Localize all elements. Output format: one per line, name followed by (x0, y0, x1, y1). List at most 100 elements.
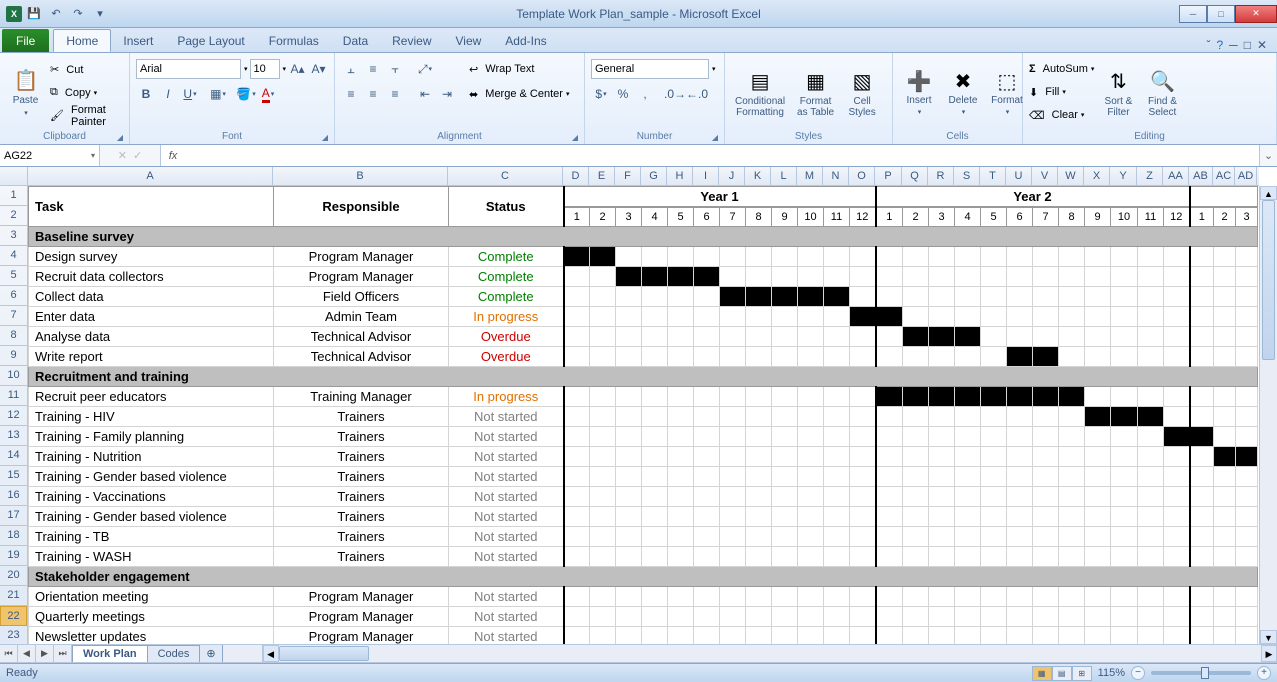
scroll-down-button[interactable]: ▼ (1260, 630, 1277, 644)
alignment-launcher-icon[interactable]: ◢ (572, 133, 578, 142)
zoom-slider[interactable] (1151, 671, 1251, 675)
paste-button[interactable]: 📋 Paste ▾ (6, 56, 46, 129)
col-header-T[interactable]: T (980, 167, 1006, 185)
spreadsheet-grid[interactable]: ABCDEFGHIJKLMNOPQRSTUVWXYZAAABACAD 12345… (0, 167, 1277, 645)
row-header-12[interactable]: 12 (0, 406, 27, 426)
font-color-button[interactable]: A▾ (258, 84, 278, 104)
col-header-Z[interactable]: Z (1137, 167, 1163, 185)
row-header-7[interactable]: 7 (0, 306, 27, 326)
sheet-nav-last[interactable]: ⏭ (54, 645, 72, 662)
row-header-23[interactable]: 23 (0, 626, 27, 645)
maximize-button[interactable]: □ (1207, 5, 1235, 23)
col-header-N[interactable]: N (823, 167, 849, 185)
tab-insert[interactable]: Insert (111, 29, 165, 52)
orientation-button[interactable]: ⤢▾ (415, 59, 435, 79)
col-header-H[interactable]: H (667, 167, 693, 185)
col-header-D[interactable]: D (563, 167, 589, 185)
page-layout-view-button[interactable]: ▤ (1052, 666, 1072, 681)
col-header-A[interactable]: A (28, 167, 273, 185)
horizontal-scrollbar[interactable]: ◀ ▶ (262, 645, 1277, 662)
font-launcher-icon[interactable]: ◢ (322, 133, 328, 142)
col-header-Y[interactable]: Y (1110, 167, 1137, 185)
sheet-tab-codes[interactable]: Codes (147, 645, 201, 662)
new-sheet-button[interactable]: ⊕ (199, 644, 222, 662)
col-header-AC[interactable]: AC (1213, 167, 1235, 185)
bold-button[interactable]: B (136, 84, 156, 104)
col-header-U[interactable]: U (1006, 167, 1032, 185)
page-break-view-button[interactable]: ⊞ (1072, 666, 1092, 681)
row-header-4[interactable]: 4 (0, 246, 27, 266)
table-row[interactable]: Recruitment and training (29, 367, 1258, 387)
vertical-scrollbar[interactable]: ▲ ▼ (1259, 186, 1277, 644)
col-header-F[interactable]: F (615, 167, 641, 185)
align-left-button[interactable]: ≡ (341, 84, 361, 104)
minimize-ribbon-icon[interactable]: ˇ (1206, 38, 1210, 52)
percent-button[interactable]: % (613, 84, 633, 104)
row-header-21[interactable]: 21 (0, 586, 27, 606)
col-header-AA[interactable]: AA (1163, 167, 1189, 185)
dec-decimal-button[interactable]: ←.0 (687, 84, 707, 104)
inc-decimal-button[interactable]: .0→ (665, 84, 685, 104)
scroll-right-button[interactable]: ▶ (1261, 645, 1277, 662)
col-header-O[interactable]: O (849, 167, 875, 185)
normal-view-button[interactable]: ▦ (1032, 666, 1052, 681)
tab-review[interactable]: Review (380, 29, 443, 52)
table-row[interactable]: Newsletter updatesProgram ManagerNot sta… (29, 627, 1258, 645)
conditional-formatting-button[interactable]: ▤Conditional Formatting (731, 56, 789, 129)
align-top-button[interactable]: ⫠ (341, 59, 361, 79)
select-all-corner[interactable] (0, 167, 28, 186)
col-header-K[interactable]: K (745, 167, 771, 185)
align-middle-button[interactable]: ≡ (363, 59, 383, 79)
formula-input[interactable] (185, 150, 1259, 162)
col-header-W[interactable]: W (1058, 167, 1084, 185)
merge-center-button[interactable]: ⬌ Merge & Center ▾ (469, 83, 569, 105)
help-icon[interactable]: ? (1216, 38, 1223, 52)
table-row[interactable]: Training - Gender based violenceTrainers… (29, 467, 1258, 487)
col-header-C[interactable]: C (448, 167, 563, 185)
col-header-S[interactable]: S (954, 167, 980, 185)
border-button[interactable]: ▦▾ (208, 84, 228, 104)
col-header-X[interactable]: X (1084, 167, 1110, 185)
table-row[interactable]: Training - WASHTrainersNot started (29, 547, 1258, 567)
expand-formula-bar-icon[interactable]: ⌄ (1259, 145, 1277, 166)
sort-filter-button[interactable]: ⇅Sort & Filter (1098, 56, 1138, 129)
table-row[interactable]: Write reportTechnical AdvisorOverdue (29, 347, 1258, 367)
italic-button[interactable]: I (158, 84, 178, 104)
format-cells-button[interactable]: ⬚Format▾ (987, 56, 1027, 129)
qat-undo-icon[interactable]: ↶ (46, 4, 66, 24)
format-painter-button[interactable]: 🖌 Format Painter (50, 105, 123, 127)
copy-button[interactable]: ⧉ Copy ▾ (50, 82, 123, 104)
tab-add-ins[interactable]: Add-Ins (493, 29, 558, 52)
tab-formulas[interactable]: Formulas (257, 29, 331, 52)
wb-close-icon[interactable]: ✕ (1257, 38, 1267, 52)
col-header-I[interactable]: I (693, 167, 719, 185)
zoom-out-button[interactable]: − (1131, 666, 1145, 680)
sheet-nav-first[interactable]: ⏮ (0, 645, 18, 662)
table-row[interactable]: Training - VaccinationsTrainersNot start… (29, 487, 1258, 507)
tab-data[interactable]: Data (331, 29, 380, 52)
autosum-button[interactable]: Σ AutoSum ▾ (1029, 58, 1094, 80)
fx-button[interactable]: fx (161, 150, 185, 162)
col-header-AD[interactable]: AD (1235, 167, 1257, 185)
col-header-G[interactable]: G (641, 167, 667, 185)
close-button[interactable]: ✕ (1235, 5, 1277, 23)
format-as-table-button[interactable]: ▦Format as Table (793, 56, 838, 129)
tab-home[interactable]: Home (53, 29, 111, 52)
row-header-3[interactable]: 3 (0, 226, 27, 246)
table-row[interactable]: Training - HIVTrainersNot started (29, 407, 1258, 427)
row-header-19[interactable]: 19 (0, 546, 27, 566)
clear-button[interactable]: ⌫ Clear ▾ (1029, 104, 1094, 126)
font-size-select[interactable] (250, 59, 280, 79)
col-header-L[interactable]: L (771, 167, 797, 185)
align-right-button[interactable]: ≡ (385, 84, 405, 104)
scroll-left-button[interactable]: ◀ (263, 645, 279, 662)
table-row[interactable]: Training - TBTrainersNot started (29, 527, 1258, 547)
table-row[interactable]: Quarterly meetingsProgram ManagerNot sta… (29, 607, 1258, 627)
col-header-B[interactable]: B (273, 167, 448, 185)
align-center-button[interactable]: ≡ (363, 84, 383, 104)
tab-page-layout[interactable]: Page Layout (165, 29, 256, 52)
qat-more-icon[interactable]: ▾ (90, 4, 110, 24)
col-header-V[interactable]: V (1032, 167, 1058, 185)
underline-button[interactable]: U▾ (180, 84, 200, 104)
table-row[interactable]: Training - Family planningTrainersNot st… (29, 427, 1258, 447)
